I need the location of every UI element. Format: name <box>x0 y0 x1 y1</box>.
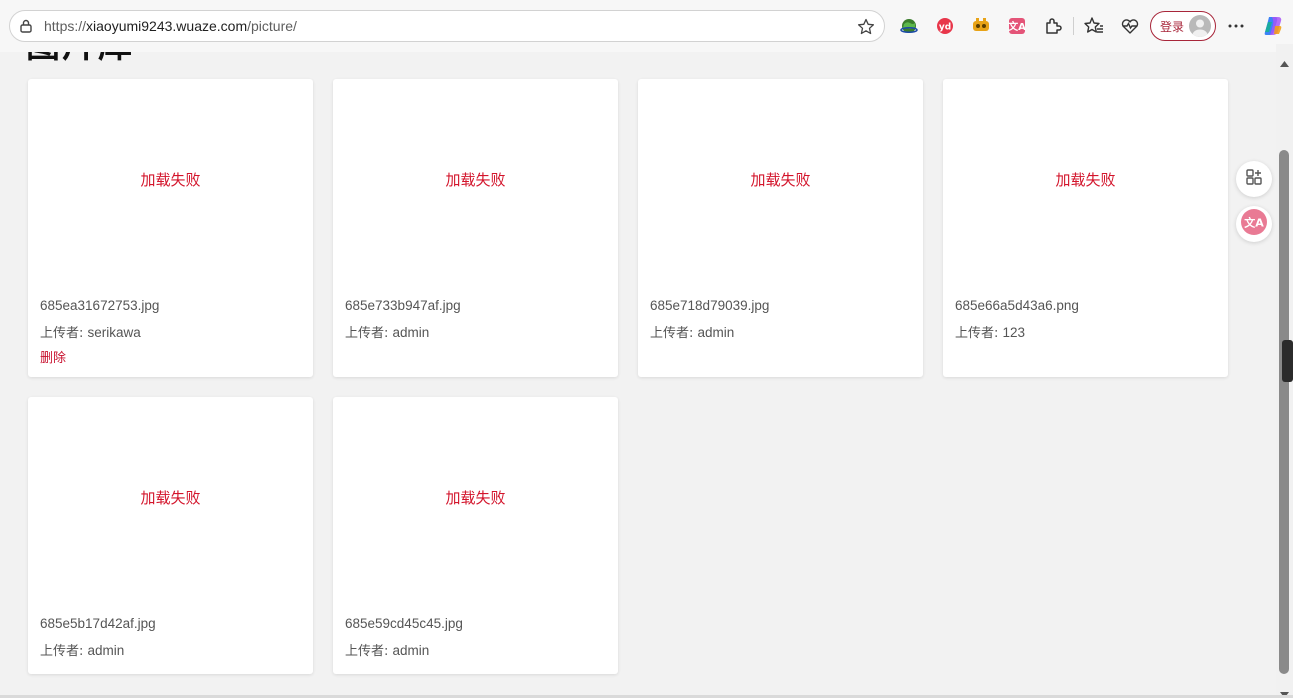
image-card: 加载失败 685e5b17d42af.jpg 上传者: admin <box>28 397 313 674</box>
login-label: 登录 <box>1160 20 1185 34</box>
uploader-info: 上传者: admin <box>345 640 429 659</box>
uploader-info: 上传者: admin <box>650 322 734 341</box>
page-title: 图片库 <box>26 52 134 67</box>
address-bar[interactable]: https://xiaoyumi9243.wuaze.com/picture/ <box>9 10 885 42</box>
load-failed-text: 加载失败 <box>140 170 201 189</box>
uploader-info: 上传者: admin <box>40 640 124 659</box>
translate-extension-icon[interactable]: 文A <box>1006 15 1028 37</box>
translate-button[interactable]: 文A <box>1236 206 1272 242</box>
svg-text:文A: 文A <box>1008 20 1026 33</box>
url-host: xiaoyumi9243.wuaze.com <box>86 18 248 34</box>
svg-text:yd: yd <box>939 23 951 33</box>
uploader-name: admin <box>697 325 735 340</box>
scrollbar-thumb[interactable] <box>1279 150 1289 674</box>
yd-translate-icon[interactable]: yd <box>934 15 956 37</box>
add-app-icon <box>1244 167 1264 191</box>
scroll-up-icon[interactable] <box>1280 52 1289 67</box>
toolbar-separator <box>1073 17 1074 35</box>
page-viewport: 图片库 加载失败 685ea31672753.jpg 上传者: serikawa… <box>0 52 1276 695</box>
image-card: 加载失败 685e66a5d43a6.png 上传者: 123 <box>943 79 1228 377</box>
more-options-icon[interactable] <box>1225 15 1247 37</box>
delete-button[interactable]: 删除 <box>40 347 66 366</box>
image-card: 加载失败 685ea31672753.jpg 上传者: serikawa 删除 <box>28 79 313 377</box>
file-name: 685e66a5d43a6.png <box>955 298 1079 313</box>
uploader-label: 上传者: <box>650 326 698 341</box>
login-button[interactable]: 登录 <box>1150 11 1216 41</box>
uploader-info: 上传者: 123 <box>955 322 1025 341</box>
copilot-icon[interactable] <box>1261 14 1285 38</box>
tampermonkey-icon[interactable] <box>970 15 992 37</box>
image-placeholder[interactable]: 加载失败 <box>333 79 618 279</box>
load-failed-text: 加载失败 <box>140 488 201 507</box>
translate-icon: 文A <box>1240 208 1268 240</box>
file-name: 685e733b947af.jpg <box>345 298 461 313</box>
load-failed-text: 加载失败 <box>750 170 811 189</box>
url-path: /picture/ <box>247 18 297 34</box>
uploader-label: 上传者: <box>955 326 1003 341</box>
uploader-label: 上传者: <box>40 644 88 659</box>
file-name: 685ea31672753.jpg <box>40 298 160 313</box>
add-app-button[interactable] <box>1236 161 1272 197</box>
floating-side-panel: 文A <box>1232 154 1276 246</box>
image-placeholder[interactable]: 加载失败 <box>638 79 923 279</box>
load-failed-text: 加载失败 <box>1055 170 1116 189</box>
image-placeholder[interactable]: 加载失败 <box>28 397 313 597</box>
load-failed-text: 加载失败 <box>445 170 506 189</box>
image-card: 加载失败 685e733b947af.jpg 上传者: admin <box>333 79 618 377</box>
uploader-info: 上传者: serikawa <box>40 322 141 341</box>
image-card: 加载失败 685e718d79039.jpg 上传者: admin <box>638 79 923 377</box>
uploader-label: 上传者: <box>40 326 88 341</box>
uploader-name: 123 <box>1002 325 1026 340</box>
image-placeholder[interactable]: 加载失败 <box>333 397 618 597</box>
scroll-position-marker <box>1282 340 1293 382</box>
image-card: 加载失败 685e59cd45c45.jpg 上传者: admin <box>333 397 618 674</box>
file-name: 685e718d79039.jpg <box>650 298 770 313</box>
scroll-down-icon[interactable] <box>1280 683 1289 698</box>
image-placeholder[interactable]: 加载失败 <box>943 79 1228 279</box>
star-favorite-icon[interactable] <box>856 17 876 37</box>
health-icon[interactable] <box>1119 15 1141 37</box>
uploader-name: serikawa <box>87 325 141 340</box>
file-name: 685e59cd45c45.jpg <box>345 616 463 631</box>
load-failed-text: 加载失败 <box>445 488 506 507</box>
file-name: 685e5b17d42af.jpg <box>40 616 156 631</box>
uploader-label: 上传者: <box>345 644 393 659</box>
svg-text:文A: 文A <box>1244 216 1264 230</box>
uploader-name: admin <box>87 643 125 658</box>
image-placeholder[interactable]: 加载失败 <box>28 79 313 279</box>
lock-icon[interactable] <box>18 18 34 34</box>
browser-toolbar: https://xiaoyumi9243.wuaze.com/picture/ … <box>0 0 1293 52</box>
uploader-info: 上传者: admin <box>345 322 429 341</box>
uploader-name: admin <box>392 325 430 340</box>
puzzle-extensions-icon[interactable] <box>1042 15 1064 37</box>
avatar <box>1189 15 1211 37</box>
favorites-icon[interactable] <box>1083 15 1105 37</box>
url-text[interactable]: https://xiaoyumi9243.wuaze.com/picture/ <box>44 18 297 34</box>
uploader-label: 上传者: <box>345 326 393 341</box>
uploader-name: admin <box>392 643 430 658</box>
earth-extension-icon[interactable] <box>898 15 920 37</box>
url-scheme: https:// <box>44 18 87 34</box>
